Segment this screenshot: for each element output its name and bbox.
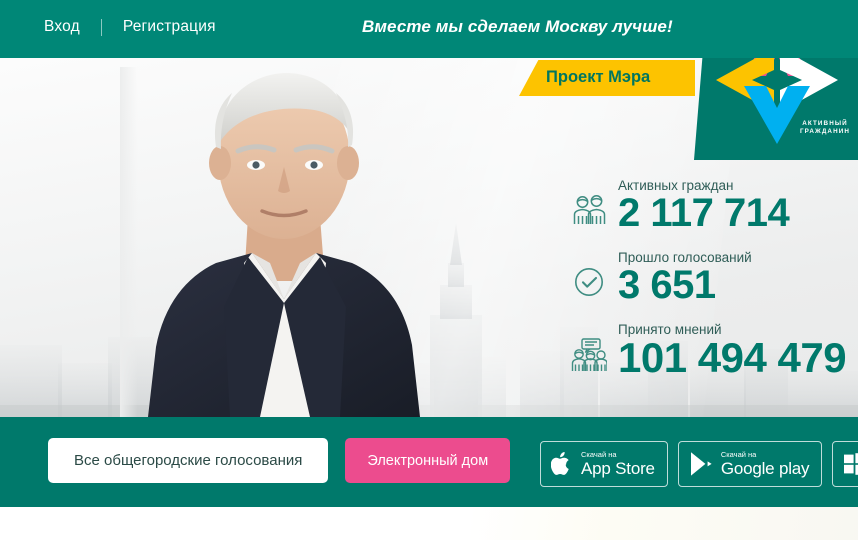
footer-action-buttons: Все общегородские голосования Электронны… [48, 438, 511, 483]
stat-value: 3 651 [618, 262, 716, 307]
store-big-label: App Store [581, 459, 655, 479]
stat-accepted-opinions-text: Принято мнений 101 494 479 [612, 322, 847, 381]
google-play-text: Скачай на Google play [721, 451, 810, 478]
electronic-house-button[interactable]: Электронный дом [345, 438, 511, 483]
windows-icon [844, 453, 858, 475]
logo-wordmark: АКТИВНЫЙ ГРАЖДАНИН [800, 120, 850, 136]
register-link[interactable]: Регистрация [123, 18, 216, 36]
top-navigation-bar: Вход Регистрация Вместе мы сделаем Москв… [0, 0, 858, 58]
stat-value: 101 494 479 [618, 333, 847, 381]
two-people-icon [566, 178, 612, 226]
page-content-below-fold [0, 507, 858, 540]
topbar-links: Вход Регистрация [44, 18, 216, 36]
stat-value: 2 117 714 [618, 191, 790, 235]
store-small-label: Скачай на [720, 449, 757, 459]
stat-active-citizens: Активных граждан 2 117 714 [566, 178, 846, 234]
store-big-label: Google play [720, 459, 810, 479]
site-slogan: Вместе мы сделаем Москву лучше! [362, 17, 673, 36]
mayor-portrait-photo [120, 67, 420, 417]
google-play-icon [690, 452, 712, 476]
group-speech-icon [566, 322, 612, 372]
statistics-panel: Активных граждан 2 117 714 Прошло голосо… [566, 178, 847, 395]
login-link[interactable]: Вход [44, 18, 80, 36]
mayor-project-banner: Проект Мэра [519, 60, 695, 96]
all-city-votes-button[interactable]: Все общегородские голосования [48, 438, 329, 483]
app-store-badges: Скачай на App Store Скачай на Google pla… [540, 441, 858, 487]
google-play-badge[interactable]: Скачай на Google play [677, 441, 823, 487]
store-small-label: Скачай на [581, 449, 617, 459]
logo-word-line2: ГРАЖДАНИН [799, 128, 850, 136]
apple-icon [551, 452, 569, 475]
windows-phone-badge[interactable]: Скачай на Windows Phone [832, 441, 858, 487]
stat-active-citizens-text: Активных граждан 2 117 714 [612, 178, 790, 235]
below-fold-highlight [470, 507, 858, 540]
app-store-text: Скачай на App Store [581, 451, 655, 478]
stat-completed-votes: Прошло голосований 3 651 [566, 250, 846, 306]
stat-accepted-opinions: Принято мнений 101 494 479 [566, 322, 847, 381]
logo-word-line1: АКТИВНЫЙ [802, 120, 848, 128]
nav-divider [100, 18, 102, 36]
page-root: Вход Регистрация Вместе мы сделаем Москв… [0, 0, 858, 540]
app-store-badge[interactable]: Скачай на App Store [540, 441, 668, 487]
mayor-project-label: Проект Мэра [546, 68, 651, 86]
stat-completed-votes-text: Прошло голосований 3 651 [612, 250, 752, 306]
check-circle-icon [566, 250, 612, 298]
